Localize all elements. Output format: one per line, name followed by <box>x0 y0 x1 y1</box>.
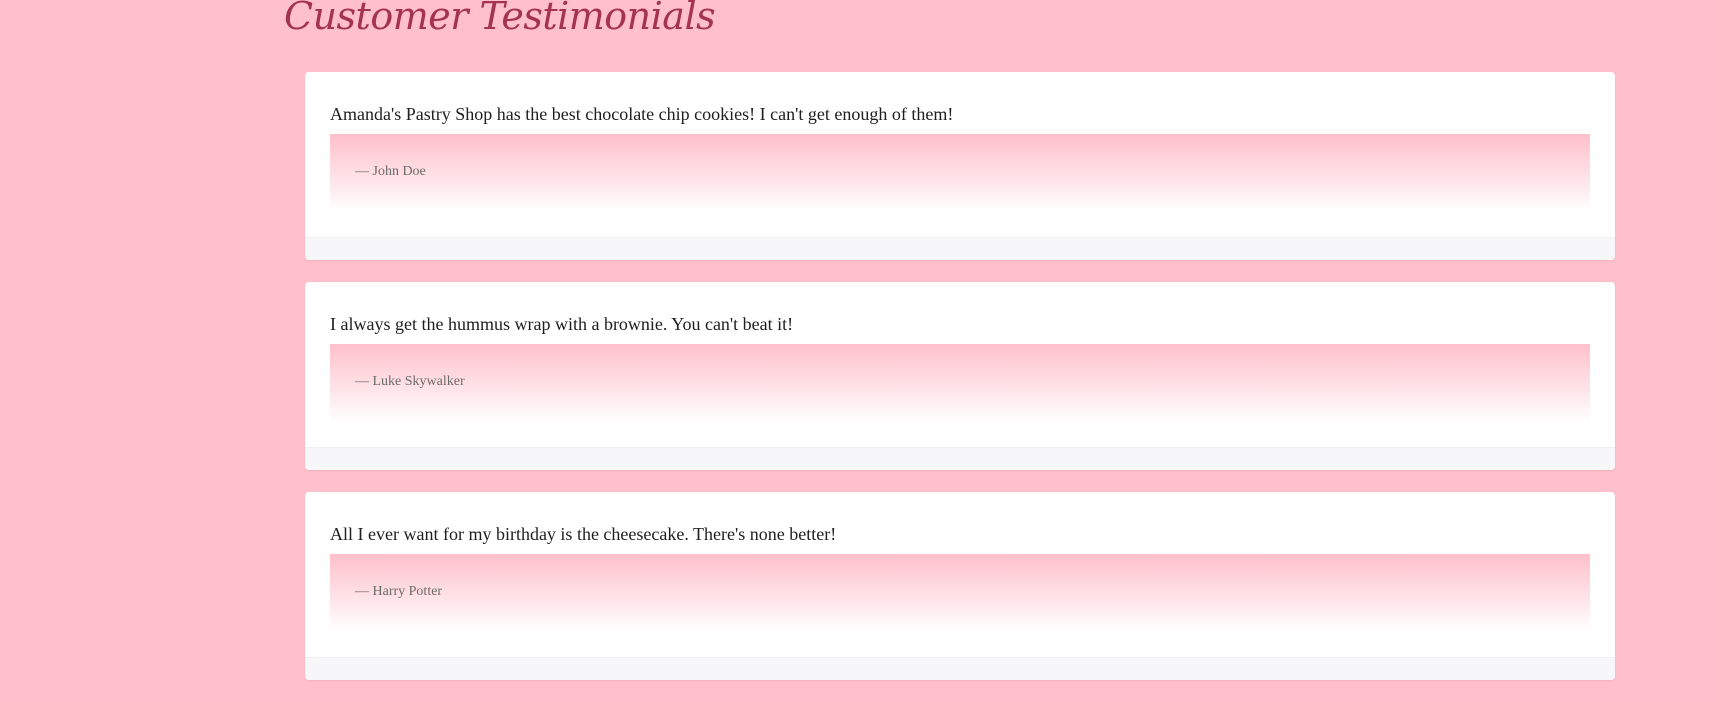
testimonial-author: — John Doe <box>355 164 426 179</box>
testimonial-attribution: — John Doe <box>330 134 1590 212</box>
card-footer <box>305 657 1615 680</box>
testimonials-list: Amanda's Pastry Shop has the best chocol… <box>305 72 1615 702</box>
testimonial-card: I always get the hummus wrap with a brow… <box>305 282 1615 470</box>
testimonial-quote: All I ever want for my birthday is the c… <box>330 524 837 544</box>
testimonial-card: Amanda's Pastry Shop has the best chocol… <box>305 72 1615 260</box>
testimonial-quote: Amanda's Pastry Shop has the best chocol… <box>330 104 954 124</box>
card-footer <box>305 447 1615 470</box>
testimonial-author: — Luke Skywalker <box>355 374 465 389</box>
testimonial-attribution: — Harry Potter <box>330 554 1590 632</box>
testimonial-quote: I always get the hummus wrap with a brow… <box>330 314 794 334</box>
testimonial-author: — Harry Potter <box>355 584 443 599</box>
page-title: Customer Testimonials <box>284 0 716 38</box>
card-footer <box>305 237 1615 260</box>
testimonial-attribution: — Luke Skywalker <box>330 344 1590 422</box>
testimonial-card: All I ever want for my birthday is the c… <box>305 492 1615 680</box>
